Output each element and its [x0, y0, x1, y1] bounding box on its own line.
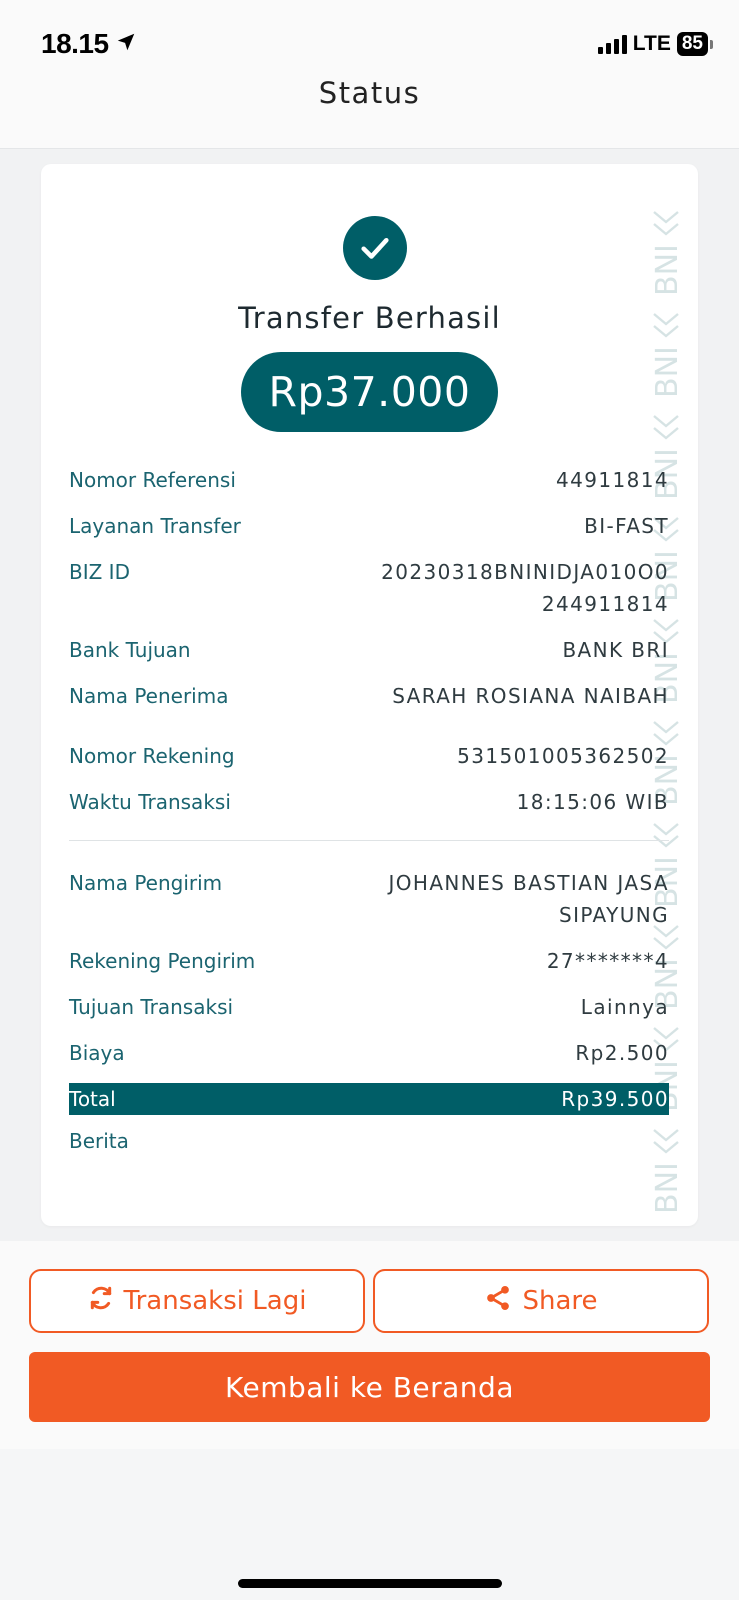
detail-label: Nomor Referensi — [69, 468, 236, 492]
share-button[interactable]: Share — [373, 1269, 709, 1333]
detail-row-biz-id: BIZ ID 20230318BNINIDJA010O0 244911814 — [69, 556, 669, 620]
detail-value: JOHANNES BASTIAN JASA SIPAYUNG — [388, 871, 669, 927]
detail-value: BI-FAST — [584, 514, 669, 538]
total-label: Total — [69, 1087, 116, 1111]
page-title: Status — [318, 76, 421, 110]
transfer-status-title: Transfer Berhasil — [238, 301, 501, 335]
battery-level: 85 — [676, 32, 708, 56]
repeat-transaction-button[interactable]: Transaksi Lagi — [29, 1269, 365, 1333]
detail-row-purpose: Tujuan Transaksi Lainnya — [69, 991, 669, 1023]
detail-row-reference: Nomor Referensi 44911814 — [69, 464, 669, 496]
detail-label: Waktu Transaksi — [69, 790, 231, 814]
status-indicators: LTE 85 — [597, 32, 713, 56]
detail-value: Lainnya — [580, 995, 669, 1019]
detail-label: Berita — [69, 1129, 129, 1153]
detail-label: Tujuan Transaksi — [69, 995, 234, 1019]
detail-value: 531501005362502 — [457, 744, 669, 768]
detail-label: Nomor Rekening — [69, 744, 235, 768]
detail-value: BANK BRI — [562, 638, 669, 662]
share-label: Share — [522, 1286, 598, 1316]
detail-row-sender-account: Rekening Pengirim 27*******4 — [69, 945, 669, 977]
back-to-home-button[interactable]: Kembali ke Beranda — [29, 1352, 710, 1422]
detail-row-recipient: Nama Penerima SARAH ROSIANA NAIBAH — [69, 680, 669, 712]
receipt-details: Nomor Referensi 44911814 Layanan Transfe… — [69, 464, 669, 1171]
share-icon — [484, 1284, 512, 1319]
detail-value: Rp2.500 — [575, 1041, 669, 1065]
repeat-transaction-label: Transaksi Lagi — [123, 1286, 307, 1316]
battery-icon: 85 — [676, 32, 713, 56]
refresh-icon — [88, 1285, 114, 1318]
transfer-amount: Rp37.000 — [241, 352, 498, 432]
home-indicator — [238, 1579, 502, 1588]
total-value: Rp39.500 — [561, 1087, 669, 1111]
detail-value: 27*******4 — [546, 949, 669, 973]
detail-label: BIZ ID — [69, 560, 130, 584]
detail-row-sender-name: Nama Pengirim JOHANNES BASTIAN JASA SIPA… — [69, 867, 669, 931]
detail-value: 18:15:06 WIB — [516, 790, 669, 814]
success-check-icon — [343, 216, 407, 280]
detail-value: 44911814 — [556, 468, 669, 492]
detail-label: Layanan Transfer — [69, 514, 241, 538]
detail-row-bank: Bank Tujuan BANK BRI — [69, 634, 669, 666]
status-time: 18.15 — [41, 28, 109, 59]
detail-row-service: Layanan Transfer BI-FAST — [69, 510, 669, 542]
detail-row-message: Berita — [69, 1125, 669, 1157]
detail-value: SARAH ROSIANA NAIBAH — [392, 684, 669, 708]
page-header: Status — [0, 70, 739, 149]
section-divider — [69, 840, 669, 841]
detail-value: 20230318BNINIDJA010O0 244911814 — [381, 560, 669, 616]
detail-label: Nama Penerima — [69, 684, 229, 708]
network-type: LTE — [632, 32, 671, 55]
status-bar: 18.15 LTE 85 — [0, 0, 739, 70]
signal-icon — [597, 34, 627, 54]
receipt-card: BNIBNIBNIBNIBNIBNIBNIBNIBNIBNI Transfer … — [41, 164, 698, 1226]
location-arrow-icon — [115, 31, 137, 57]
action-bar: Transaksi Lagi Share Kembali ke Beranda — [0, 1241, 739, 1449]
detail-row-account: Nomor Rekening 531501005362502 — [69, 740, 669, 772]
svg-text:BNI: BNI — [650, 244, 685, 296]
detail-row-total: Total Rp39.500 — [69, 1083, 669, 1115]
detail-label: Biaya — [69, 1041, 125, 1065]
clock: 18.15 — [41, 28, 137, 60]
svg-text:BNI: BNI — [650, 346, 685, 398]
detail-row-fee: Biaya Rp2.500 — [69, 1037, 669, 1069]
detail-label: Bank Tujuan — [69, 638, 191, 662]
detail-row-time: Waktu Transaksi 18:15:06 WIB — [69, 786, 669, 818]
detail-label: Nama Pengirim — [69, 871, 223, 895]
detail-label: Rekening Pengirim — [69, 949, 256, 973]
